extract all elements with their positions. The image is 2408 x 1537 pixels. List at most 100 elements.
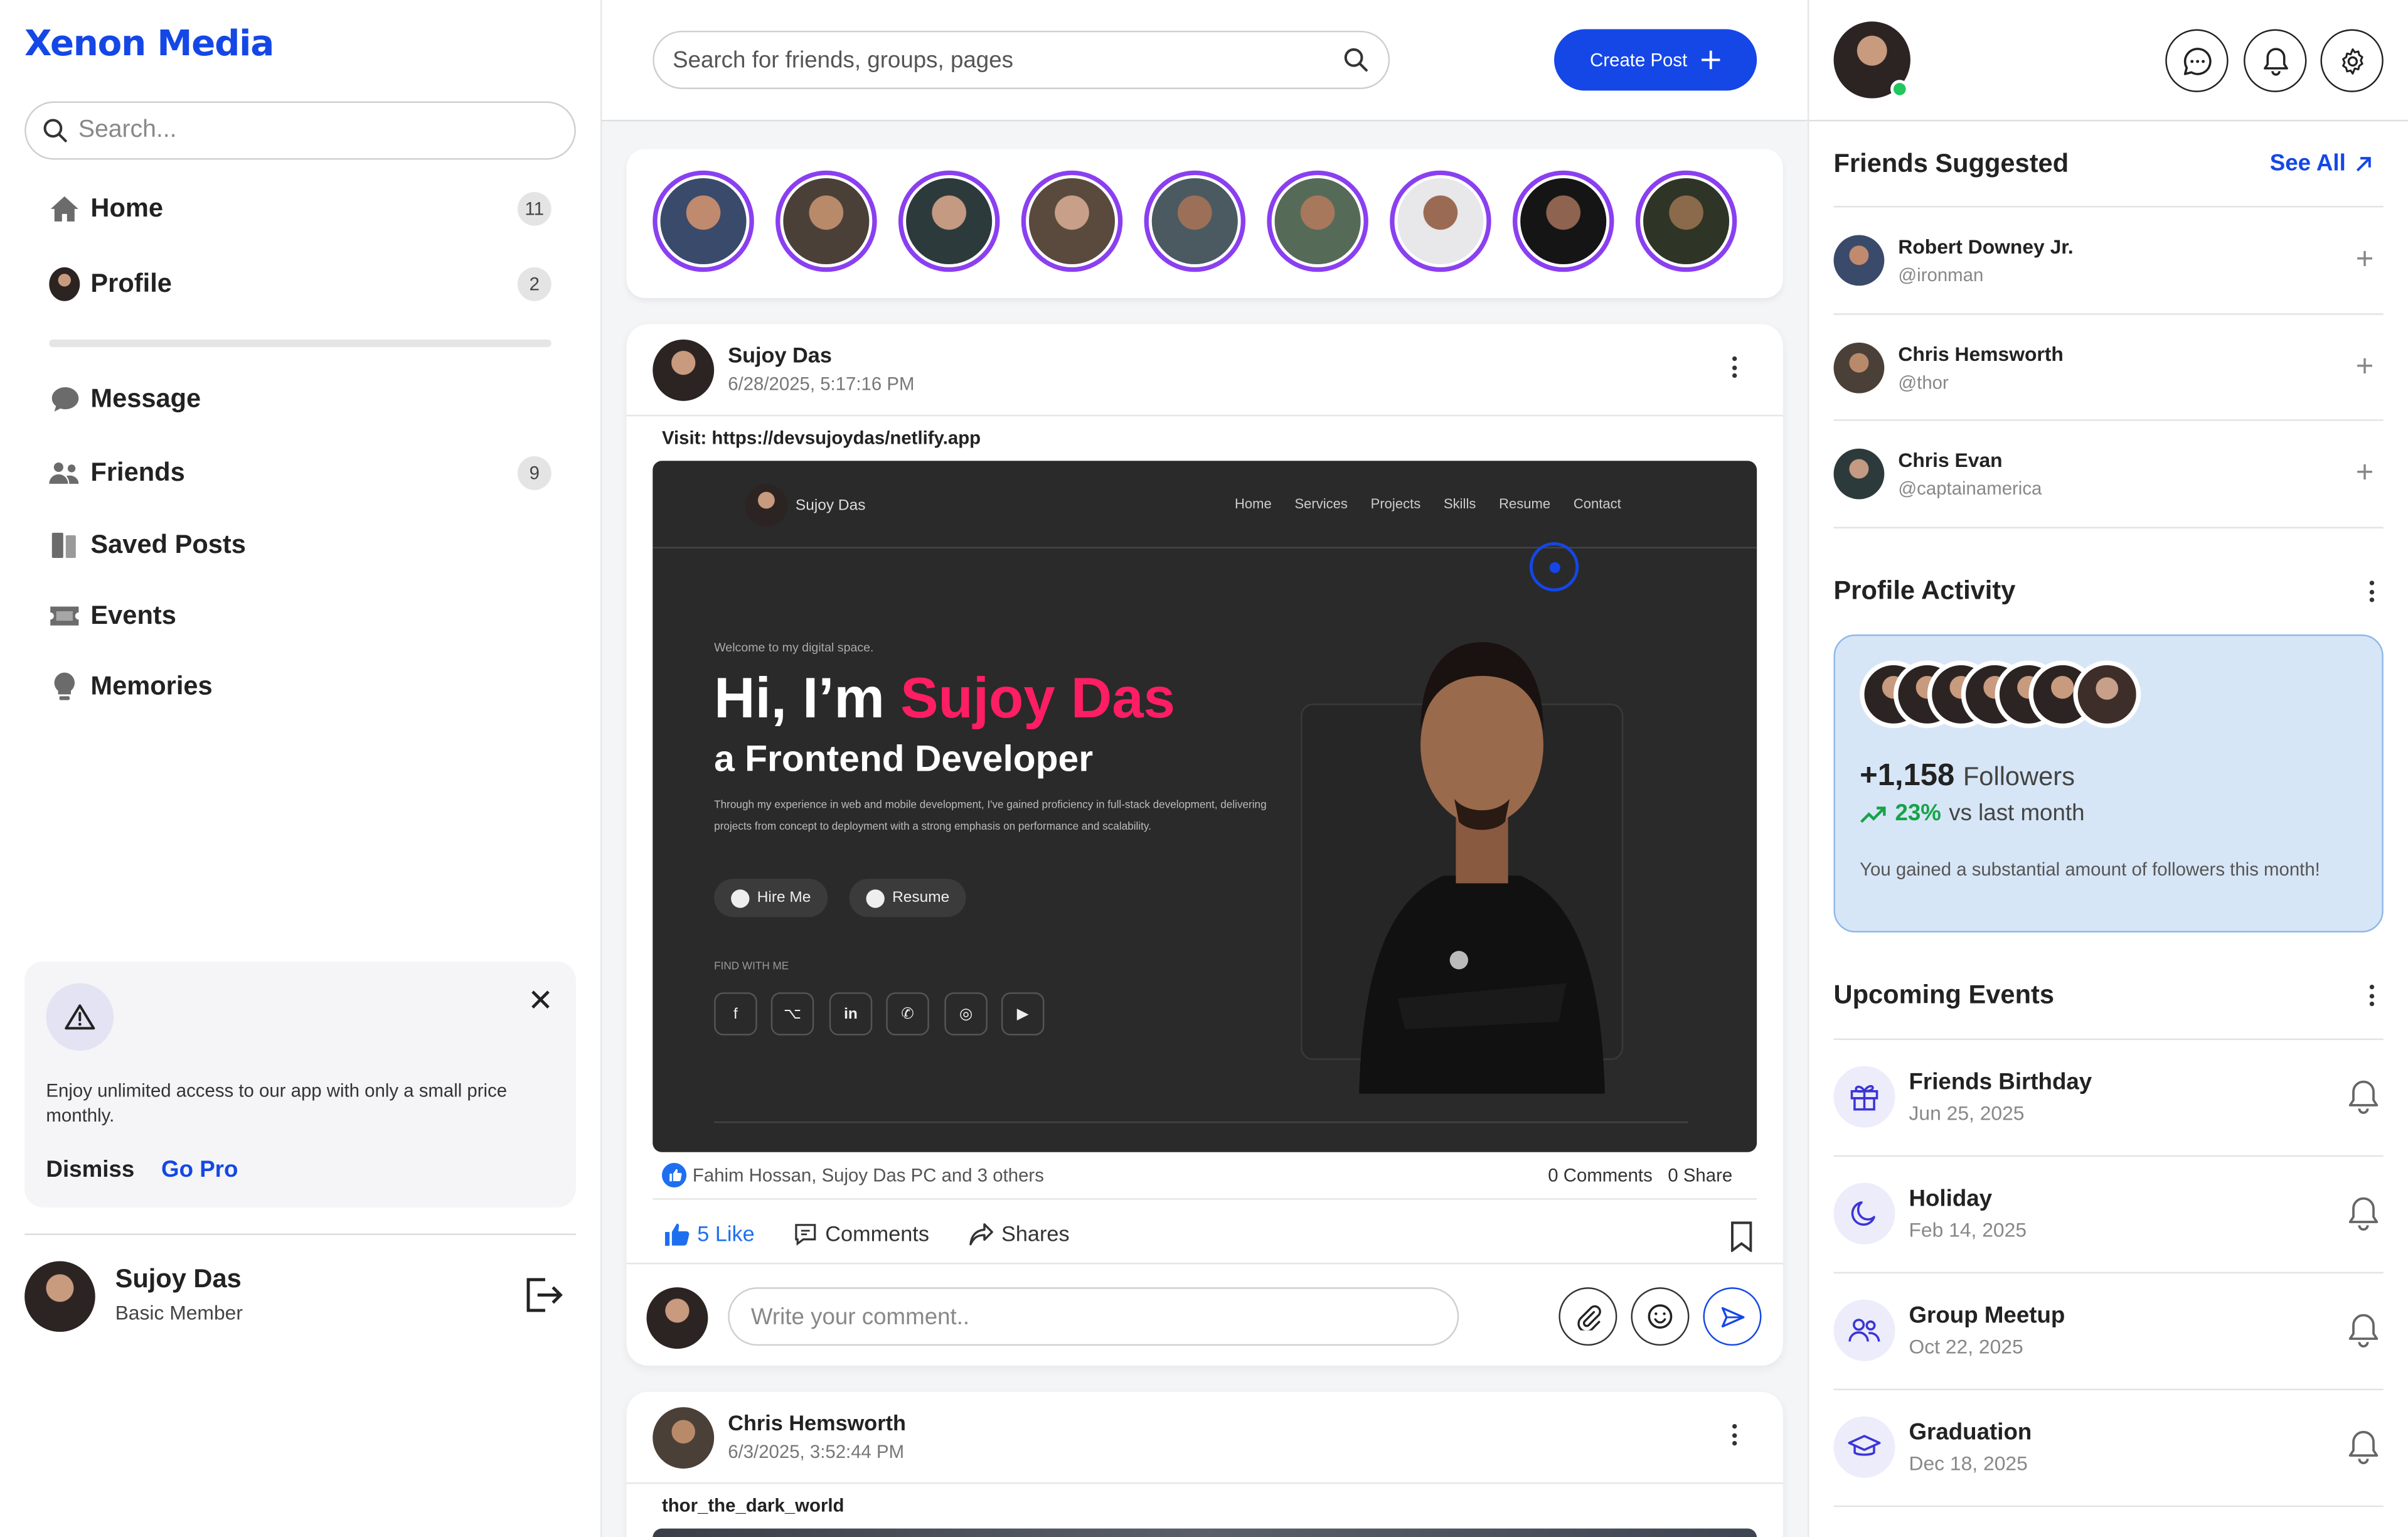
preview-menu-item: Resume [1499,496,1551,512]
comment-input[interactable]: Write your comment.. [728,1287,1459,1346]
share-count[interactable]: 0 Share [1668,1164,1732,1186]
story-avatar[interactable] [1390,170,1491,272]
event-item[interactable]: Holiday Feb 14, 2025 [1833,1182,2384,1254]
right-top-bar [1809,0,2408,122]
bookmark-icon[interactable] [1729,1221,1754,1252]
thumbs-up-icon [664,1223,690,1245]
friend-name[interactable]: Chris Evan [1898,449,2002,472]
avatar[interactable] [1833,448,1885,500]
story-avatar[interactable] [1267,170,1368,272]
add-friend-icon[interactable]: + [2356,243,2374,278]
notifications-button[interactable] [2244,29,2307,92]
story-avatar[interactable] [1144,170,1246,272]
feed-column: Search for friends, groups, pages Create… [602,0,1808,1537]
likes-summary[interactable]: Fahim Hossan, Sujoy Das PC and 3 others [661,1162,1044,1188]
more-options-icon[interactable] [1722,352,1746,383]
avatar[interactable] [646,1287,708,1349]
logout-icon[interactable] [524,1275,564,1315]
sidebar-item-saved-posts[interactable]: Saved Posts [49,522,551,568]
profile-avatar [49,267,80,301]
avatar [745,484,788,527]
profile-activity-card: +1,158 Followers 23% vs last month You g… [1833,634,2384,933]
send-button[interactable] [1703,1287,1762,1346]
github-icon: ⌥ [770,992,814,1036]
event-item[interactable]: Group Meetup Oct 22, 2025 [1833,1299,2384,1371]
event-name: Group Meetup [1909,1302,2065,1329]
divider [626,1263,1783,1265]
sidebar-item-message[interactable]: Message [49,377,551,422]
sidebar-item-profile[interactable]: Profile 2 [49,261,551,307]
divider [1833,419,2384,421]
comments-count[interactable]: 0 Comments [1548,1164,1653,1186]
post-card: Chris Hemsworth 6/3/2025, 3:52:44 PM tho… [626,1391,1783,1537]
divider [1833,205,2384,208]
bell-icon[interactable] [2347,1195,2380,1232]
search-icon[interactable] [1342,46,1370,73]
online-status-indicator [1890,80,1909,99]
user-name: Sujoy Das [115,1264,242,1293]
notification-badge: 2 [517,267,551,301]
sidebar-search-input[interactable]: Search... [24,101,576,160]
sidebar-item-home[interactable]: Home 11 [49,186,551,232]
app-logo[interactable]: Xenon Media [24,24,274,65]
shares-button[interactable]: Shares [969,1221,1070,1246]
avatar[interactable] [1833,342,1885,394]
story-avatar[interactable] [653,170,754,272]
story-avatar[interactable] [775,170,877,272]
post-date: 6/3/2025, 3:52:44 PM [728,1440,905,1463]
more-options-icon[interactable] [2359,576,2384,607]
avatar[interactable] [24,1261,95,1332]
event-name: Holiday [1909,1186,1993,1213]
add-friend-icon[interactable]: + [2356,456,2374,491]
global-search-input[interactable]: Search for friends, groups, pages [653,30,1390,89]
more-options-icon[interactable] [2359,980,2384,1011]
sidebar-item-memories[interactable]: Memories [49,663,551,709]
story-avatar[interactable] [1512,170,1614,272]
event-date: Dec 18, 2025 [1909,1452,2028,1475]
post-image[interactable] [653,1528,1757,1537]
trend-up-icon [1860,806,1886,822]
bell-icon[interactable] [2347,1312,2380,1349]
add-friend-icon[interactable]: + [2356,350,2374,385]
see-all-link[interactable]: See All [2270,151,2373,176]
settings-button[interactable] [2320,29,2384,92]
story-avatar[interactable] [1021,170,1123,272]
preview-role: a Frontend Developer [714,739,1094,781]
bell-icon[interactable] [2347,1428,2380,1465]
post-author[interactable]: Sujoy Das [728,343,832,367]
close-icon[interactable]: ✕ [524,983,558,1018]
more-options-icon[interactable] [1722,1420,1746,1450]
comments-button[interactable]: Comments [794,1221,929,1246]
current-user-card: Sujoy Das Basic Member [24,1261,576,1332]
preview-header: Sujoy Das Home Services Projects Skills … [653,461,1757,549]
post-author[interactable]: Chris Hemsworth [728,1410,906,1435]
go-pro-button[interactable]: Go Pro [161,1157,238,1183]
like-button[interactable]: 5 Like [664,1221,755,1246]
avatar[interactable] [653,1407,715,1469]
attach-button[interactable] [1558,1287,1617,1346]
post-image-website-preview[interactable]: Sujoy Das Home Services Projects Skills … [653,461,1757,1152]
event-name: Friends Birthday [1909,1069,2092,1096]
whatsapp-icon: ✆ [886,992,929,1036]
friends-icon [49,458,80,488]
emoji-button[interactable] [1631,1287,1690,1346]
sidebar-item-label: Friends [90,458,185,487]
friend-name[interactable]: Chris Hemsworth [1898,343,2063,366]
create-post-button[interactable]: Create Post [1554,29,1757,91]
avatar[interactable] [653,339,715,401]
story-avatar[interactable] [1635,170,1737,272]
comment-placeholder: Write your comment.. [750,1303,970,1330]
home-icon [49,193,80,224]
story-avatar[interactable] [898,170,1000,272]
event-item[interactable]: Friends Birthday Jun 25, 2025 [1833,1066,2384,1137]
bell-icon[interactable] [2347,1078,2380,1115]
sidebar-item-friends[interactable]: Friends 9 [49,450,551,496]
friend-name[interactable]: Robert Downey Jr. [1898,235,2073,258]
sidebar-item-events[interactable]: Events [49,593,551,639]
event-item[interactable]: Graduation Dec 18, 2025 [1833,1416,2384,1487]
avatar[interactable] [1833,235,1885,286]
arrow-up-right-icon [2357,156,2372,171]
dismiss-button[interactable]: Dismiss [46,1157,134,1183]
messages-button[interactable] [2165,29,2229,92]
event-name: Graduation [1909,1419,2032,1446]
